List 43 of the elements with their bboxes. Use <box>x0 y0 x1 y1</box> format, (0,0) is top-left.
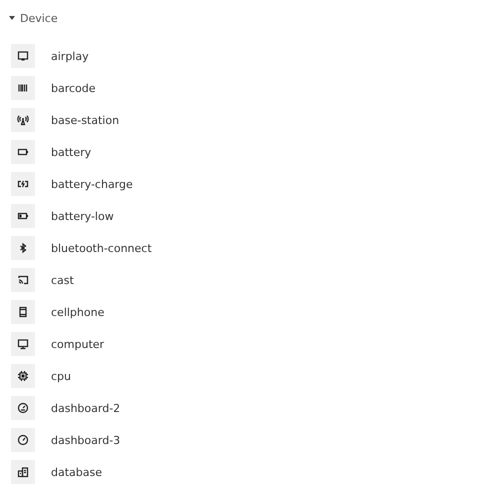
antenna-icon <box>17 114 29 126</box>
barcode-icon <box>17 82 29 94</box>
battery-charge-icon <box>17 178 29 190</box>
gauge-icon <box>17 402 29 414</box>
icon-name: database <box>51 466 102 478</box>
icon-tile[interactable] <box>11 108 35 132</box>
icon-name: battery-charge <box>51 178 133 190</box>
icon-name: battery-low <box>51 210 114 222</box>
icon-name: airplay <box>51 50 89 62</box>
icon-tile[interactable] <box>11 268 35 292</box>
icon-tile[interactable] <box>11 428 35 452</box>
monitor-icon <box>17 338 29 350</box>
icon-tile[interactable] <box>11 396 35 420</box>
icon-tile[interactable] <box>11 300 35 324</box>
icon-tile[interactable] <box>11 140 35 164</box>
section-title[interactable]: Device <box>20 12 58 24</box>
caret-icon[interactable] <box>9 15 15 21</box>
icon-tile[interactable] <box>11 364 35 388</box>
icon-tile[interactable] <box>11 236 35 260</box>
icon-tile[interactable] <box>11 172 35 196</box>
icon-name: barcode <box>51 82 96 94</box>
icon-name: computer <box>51 338 104 350</box>
phone-icon <box>17 306 29 318</box>
icon-name: dashboard-2 <box>51 402 120 414</box>
cast-icon <box>17 274 29 286</box>
icon-tile[interactable] <box>11 332 35 356</box>
database-icon <box>17 466 29 478</box>
battery-icon <box>17 146 29 158</box>
icon-tile[interactable] <box>11 76 35 100</box>
icon-tile[interactable] <box>11 44 35 68</box>
icon-name: cpu <box>51 370 72 382</box>
icon-tile[interactable] <box>11 204 35 228</box>
icon-name: cast <box>51 274 74 286</box>
battery-low-icon <box>17 210 29 222</box>
icon-name: dashboard-3 <box>51 434 120 446</box>
icon-name: bluetooth-connect <box>51 242 152 254</box>
icon-name: battery <box>51 146 92 158</box>
gauge-icon <box>17 434 29 446</box>
icon-name: base-station <box>51 114 120 126</box>
icon-name: cellphone <box>51 306 104 318</box>
monitor-icon <box>17 50 29 62</box>
chip-icon <box>17 370 29 382</box>
icon-tile[interactable] <box>11 460 35 484</box>
